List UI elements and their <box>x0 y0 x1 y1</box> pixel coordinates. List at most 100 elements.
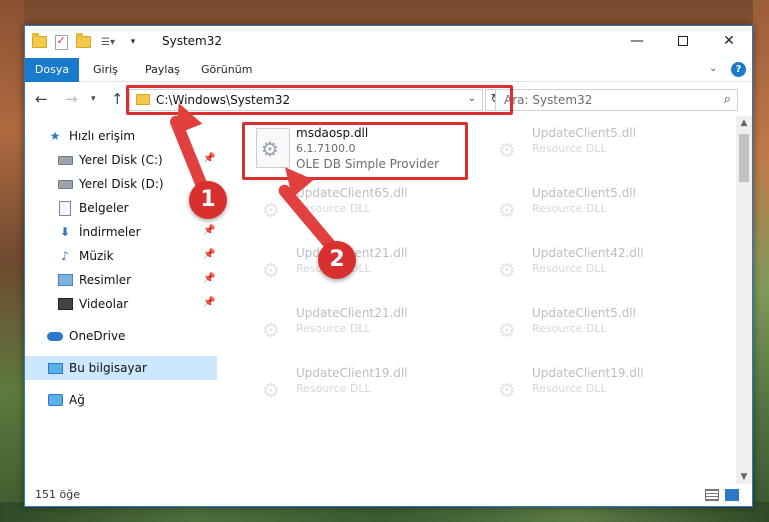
file-description: Resource DLL <box>532 262 607 275</box>
sidebar-item-music[interactable]: ♪ Müzik 📌 <box>25 244 217 268</box>
file-description: Resource DLL <box>296 322 371 335</box>
pictures-icon <box>57 272 73 288</box>
address-dropdown-icon[interactable]: ⌄ <box>468 93 476 104</box>
sidebar-item-this-pc[interactable]: Bu bilgisayar <box>25 356 217 380</box>
status-bar: 151 öğe <box>25 484 752 506</box>
network-icon <box>47 392 63 408</box>
sidebar-item-local-disk-d[interactable]: Yerel Disk (D:) <box>25 172 217 196</box>
dll-file-icon <box>256 368 290 408</box>
dll-file-icon <box>256 308 290 348</box>
pin-icon: 📌 <box>203 297 216 308</box>
help-icon[interactable]: ? <box>731 62 746 77</box>
music-icon: ♪ <box>61 249 69 263</box>
tab-paylas[interactable]: Paylaş <box>135 58 190 82</box>
file-item[interactable]: UpdateClient19.dll Resource DLL <box>248 364 478 416</box>
scroll-down-icon[interactable]: ▼ <box>736 472 752 482</box>
file-item[interactable]: UpdateClient5.dll Resource DLL <box>484 124 714 176</box>
file-name: UpdateClient42.dll <box>532 246 644 260</box>
minimize-button[interactable]: — <box>614 26 660 56</box>
desktop-background-right <box>753 0 769 522</box>
download-icon: ⬇ <box>59 225 71 239</box>
file-explorer-window: ☰▾ ▾ System32 — ✕ Dosya Giriş Paylaş Gör… <box>24 25 753 507</box>
pin-icon: 📌 <box>203 249 216 260</box>
pin-icon: 📌 <box>203 273 216 284</box>
dll-file-icon <box>256 248 290 288</box>
search-icon[interactable]: ⌕ <box>724 92 731 107</box>
this-pc-icon <box>47 360 63 376</box>
back-arrow-icon[interactable]: ← <box>35 90 48 108</box>
up-arrow-icon[interactable]: ↑ <box>111 90 124 108</box>
sidebar-item-label: Videolar <box>79 297 129 311</box>
file-name: UpdateClient19.dll <box>532 366 644 380</box>
search-input[interactable]: Ara: System32 ⌕ <box>495 89 738 111</box>
file-description: OLE DB Simple Provider <box>296 157 440 171</box>
pin-icon: 📌 <box>203 225 216 236</box>
new-folder-icon[interactable] <box>75 33 91 50</box>
dll-file-icon <box>256 128 290 168</box>
address-folder-icon <box>136 94 150 105</box>
dll-file-icon <box>492 188 526 228</box>
file-name: UpdateClient5.dll <box>532 126 636 140</box>
sidebar-item-label: Yerel Disk (D:) <box>79 177 164 191</box>
ribbon-tabs: Dosya Giriş Paylaş Görünüm ⌄ ? <box>25 58 752 110</box>
file-name: UpdateClient5.dll <box>532 186 636 200</box>
file-description: Resource DLL <box>532 202 607 215</box>
file-name: UpdateClient5.dll <box>532 306 636 320</box>
search-placeholder: Ara: System32 <box>504 93 593 107</box>
properties-icon[interactable] <box>53 34 69 50</box>
file-item[interactable]: UpdateClient19.dll Resource DLL <box>484 364 714 416</box>
desktop-background-left <box>0 0 24 522</box>
sidebar-item-network[interactable]: Ağ <box>25 388 217 412</box>
sidebar-item-downloads[interactable]: ⬇ İndirmeler 📌 <box>25 220 217 244</box>
sidebar-item-videos[interactable]: Videolar 📌 <box>25 292 217 316</box>
disk-icon <box>57 152 73 168</box>
close-button[interactable]: ✕ <box>706 26 752 56</box>
maximize-icon <box>678 36 688 46</box>
file-description: Resource DLL <box>532 142 607 155</box>
dll-file-icon <box>492 308 526 348</box>
recent-locations-icon[interactable]: ▾ <box>91 94 96 104</box>
window-title: System32 <box>162 34 223 48</box>
file-item[interactable]: UpdateClient42.dll Resource DLL <box>484 244 714 296</box>
sidebar-item-pictures[interactable]: Resimler 📌 <box>25 268 217 292</box>
sidebar-item-label: Yerel Disk (C:) <box>79 153 163 167</box>
file-name: msdaosp.dll <box>296 126 369 140</box>
sidebar-item-label: Bu bilgisayar <box>69 361 147 375</box>
file-item[interactable]: UpdateClient21.dll Resource DLL <box>248 244 478 296</box>
videos-icon <box>57 296 73 312</box>
navigation-pane: ★ Hızlı erişim Yerel Disk (C:) 📌 Yerel D… <box>25 116 217 484</box>
sidebar-item-onedrive[interactable]: OneDrive <box>25 324 217 348</box>
file-name: UpdateClient65.dll <box>296 186 408 200</box>
step1-badge: 1 <box>189 181 227 219</box>
title-bar: ☰▾ ▾ System32 — ✕ <box>25 26 752 58</box>
step2-badge: 2 <box>318 241 356 279</box>
file-version: 6.1.7100.0 <box>296 142 356 155</box>
expand-ribbon-icon[interactable]: ⌄ <box>709 63 717 74</box>
file-item[interactable]: UpdateClient5.dll Resource DLL <box>484 184 714 236</box>
details-view-icon[interactable] <box>705 489 719 501</box>
tab-gorunum[interactable]: Görünüm <box>191 58 262 82</box>
sidebar-item-label: Ağ <box>69 393 85 407</box>
file-item[interactable]: UpdateClient5.dll Resource DLL <box>484 304 714 356</box>
star-icon: ★ <box>49 129 61 143</box>
scroll-thumb[interactable] <box>739 134 749 182</box>
sidebar-item-label: Belgeler <box>79 201 129 215</box>
tiles-view-icon[interactable] <box>725 489 739 501</box>
item-count: 151 öğe <box>35 488 80 501</box>
file-item[interactable]: UpdateClient21.dll Resource DLL <box>248 304 478 356</box>
disk-icon <box>57 176 73 192</box>
forward-arrow-icon[interactable]: → <box>65 90 78 108</box>
pin-icon: 📌 <box>203 153 216 164</box>
file-description: Resource DLL <box>296 382 371 395</box>
toolbar-dropdown-icon[interactable]: ▾ <box>125 34 141 50</box>
tab-giris[interactable]: Giriş <box>83 58 128 82</box>
file-description: Resource DLL <box>532 382 607 395</box>
customize-toolbar-icon[interactable]: ☰▾ <box>97 34 119 50</box>
vertical-scrollbar[interactable]: ▲ ▼ <box>736 116 752 484</box>
folder-icon <box>31 33 47 50</box>
sidebar-item-label: OneDrive <box>69 329 126 343</box>
scroll-up-icon[interactable]: ▲ <box>736 118 752 128</box>
sidebar-item-label: Hızlı erişim <box>69 129 136 143</box>
maximize-button[interactable] <box>660 26 706 56</box>
dll-file-icon <box>492 248 526 288</box>
